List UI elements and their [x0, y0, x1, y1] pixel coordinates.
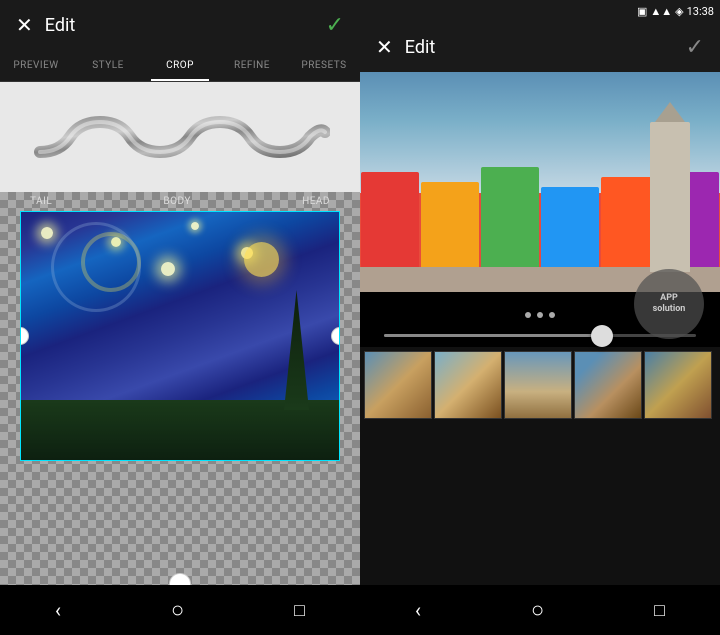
slider-thumb[interactable] — [591, 325, 613, 347]
city-photo-area — [360, 72, 720, 292]
left-close-button[interactable]: ✕ — [16, 13, 33, 37]
swirl-2 — [51, 222, 141, 312]
star-1 — [41, 227, 53, 239]
crop-container[interactable] — [20, 211, 340, 585]
snake-svg — [30, 102, 330, 172]
right-back-button[interactable]: ‹ — [415, 598, 421, 622]
right-confirm-button[interactable]: ✓ — [686, 35, 704, 60]
starry-night-image — [20, 211, 340, 461]
left-confirm-button[interactable]: ✓ — [326, 13, 344, 38]
thumb-img-4 — [575, 352, 641, 418]
tab-style[interactable]: STYLE — [72, 50, 144, 81]
thumbnails-strip — [360, 347, 720, 585]
dot-1 — [525, 312, 531, 318]
tab-refine[interactable]: REFINE — [216, 50, 288, 81]
building-4 — [541, 187, 599, 272]
right-recent-button[interactable]: □ — [654, 600, 665, 621]
right-header-left: ✕ Edit — [376, 35, 435, 59]
status-bar: ▣ ▲▲ ◈ 13:38 — [360, 0, 720, 22]
thumbnail-5[interactable] — [644, 351, 712, 419]
thumb-img-5 — [645, 352, 711, 418]
left-title: Edit — [45, 15, 75, 36]
recent-button[interactable]: □ — [294, 600, 305, 621]
crop-handle-bottom[interactable] — [169, 573, 191, 585]
city-photo — [360, 72, 720, 292]
thumbnail-1[interactable] — [364, 351, 432, 419]
canvas-area: TAIL BODY HEAD — [0, 82, 360, 585]
slider-area: APP solution — [360, 292, 720, 347]
moon — [244, 242, 279, 277]
battery-icon: ▣ — [637, 5, 647, 18]
tab-bar: PREVIEW STYLE CROP REFINE PRESETS — [0, 50, 360, 82]
tab-crop[interactable]: CROP — [144, 50, 216, 81]
left-bottom-nav: ‹ ○ □ — [0, 585, 360, 635]
star-3 — [161, 262, 175, 276]
checkerboard-area: TAIL BODY HEAD — [0, 192, 360, 585]
app-solution-watermark: APP solution — [634, 269, 704, 339]
left-header: ✕ Edit ✓ — [0, 0, 360, 50]
star-4 — [191, 222, 199, 230]
right-home-button[interactable]: ○ — [531, 597, 544, 623]
building-1 — [361, 172, 419, 272]
tail-label: TAIL — [30, 196, 52, 207]
head-label: HEAD — [302, 196, 330, 207]
tab-preview[interactable]: PREVIEW — [0, 50, 72, 81]
time-display: 13:38 — [687, 5, 714, 18]
crop-handle-left[interactable] — [20, 327, 29, 345]
tower-top — [655, 102, 685, 122]
left-header-left: ✕ Edit — [16, 13, 75, 37]
cypress-tree — [284, 290, 309, 410]
right-panel: ▣ ▲▲ ◈ 13:38 ✕ Edit ✓ — [360, 0, 720, 635]
right-title: Edit — [405, 37, 435, 58]
thumb-img-2 — [435, 352, 501, 418]
building-2 — [421, 182, 479, 272]
left-panel: ✕ Edit ✓ PREVIEW STYLE CROP REFINE PRESE… — [0, 0, 360, 635]
slider-track[interactable] — [384, 334, 696, 337]
crop-handle-right[interactable] — [331, 327, 340, 345]
dot-2 — [537, 312, 543, 318]
dot-3 — [549, 312, 555, 318]
thumb-img-1 — [365, 352, 431, 418]
thumb-img-3 — [505, 352, 571, 418]
watermark-line1: APP — [660, 293, 678, 304]
back-button[interactable]: ‹ — [55, 598, 61, 622]
wifi-icon: ◈ — [675, 5, 683, 18]
slider-fill — [384, 334, 602, 337]
tab-presets[interactable]: PRESETS — [288, 50, 360, 81]
right-close-button[interactable]: ✕ — [376, 35, 393, 59]
body-label: BODY — [163, 196, 190, 207]
tower — [650, 122, 690, 272]
thumbnail-2[interactable] — [434, 351, 502, 419]
signal-icon: ▲▲ — [650, 5, 672, 18]
thumbnail-3[interactable] — [504, 351, 572, 419]
snake-image-area — [0, 82, 360, 192]
home-button[interactable]: ○ — [171, 597, 184, 623]
right-bottom-nav: ‹ ○ □ — [360, 585, 720, 635]
building-3 — [481, 167, 539, 272]
thumbnail-4[interactable] — [574, 351, 642, 419]
right-header: ✕ Edit ✓ — [360, 22, 720, 72]
tbh-labels: TAIL BODY HEAD — [0, 192, 360, 211]
watermark-line2: solution — [653, 304, 686, 315]
